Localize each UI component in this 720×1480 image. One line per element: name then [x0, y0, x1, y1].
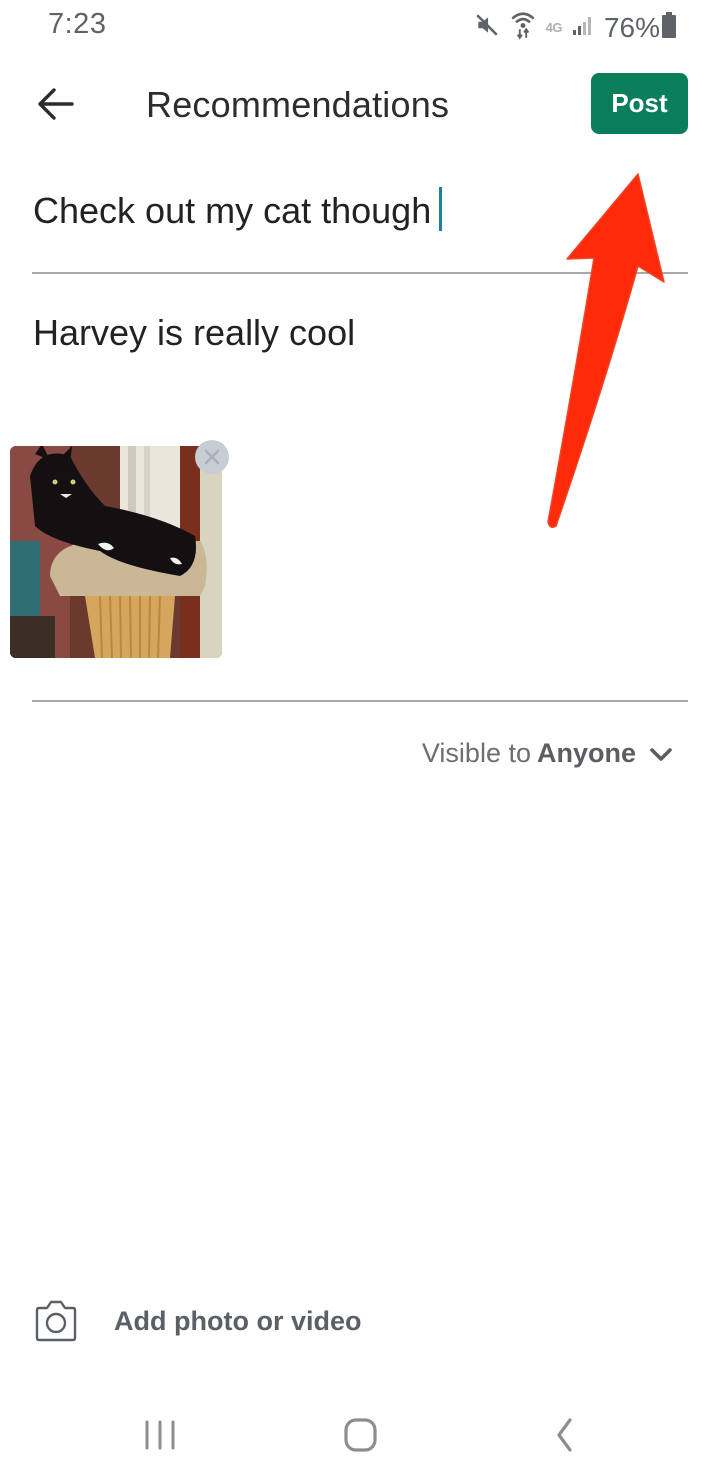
text-cursor: [439, 187, 443, 232]
app-bar: Recommendations Post: [0, 60, 720, 152]
message-body-value: Harvey is really cool: [33, 312, 356, 353]
home-icon: [344, 1418, 377, 1452]
divider: [32, 272, 688, 274]
mute-icon: [474, 12, 500, 43]
post-button[interactable]: Post: [591, 73, 688, 134]
recents-button[interactable]: [130, 1414, 190, 1458]
status-icons: 4G 76%: [474, 10, 676, 45]
camera-icon: [35, 1300, 77, 1342]
chevron-down-icon: [650, 747, 672, 761]
signal-icon: [572, 14, 594, 41]
visibility-dropdown[interactable]: Visible to Anyone: [422, 738, 676, 769]
cat-photo-image: [10, 446, 222, 658]
subject-input[interactable]: Check out my cat though: [33, 187, 688, 250]
lte-icon: 4G: [545, 20, 563, 35]
attached-photo[interactable]: [10, 446, 222, 658]
battery-percent: 76%: [603, 11, 660, 43]
arrow-left-icon: [38, 88, 74, 120]
message-body-input[interactable]: Harvey is really cool: [33, 312, 355, 354]
close-icon: [204, 449, 220, 465]
divider: [32, 700, 688, 702]
back-button[interactable]: [34, 82, 78, 126]
subject-input-value: Check out my cat though: [33, 190, 432, 231]
home-button[interactable]: [330, 1414, 390, 1458]
battery-icon: [662, 12, 676, 43]
remove-photo-button[interactable]: [195, 440, 229, 474]
status-time: 7:23: [48, 8, 107, 40]
system-back-button[interactable]: [535, 1414, 595, 1458]
visibility-prefix: Visible to: [421, 738, 531, 768]
status-bar: 7:23 4G 76%: [0, 0, 720, 52]
back-icon: [557, 1418, 572, 1452]
add-photo-or-video-label: Add photo or video: [114, 1305, 362, 1336]
system-navigation-bar: [0, 1400, 720, 1480]
wifi-icon: [510, 10, 536, 45]
page-title: Recommendations: [146, 84, 450, 125]
add-photo-or-video-button[interactable]: Add photo or video: [34, 1300, 361, 1342]
recents-icon: [145, 1420, 175, 1450]
visibility-value: Anyone: [536, 738, 636, 768]
